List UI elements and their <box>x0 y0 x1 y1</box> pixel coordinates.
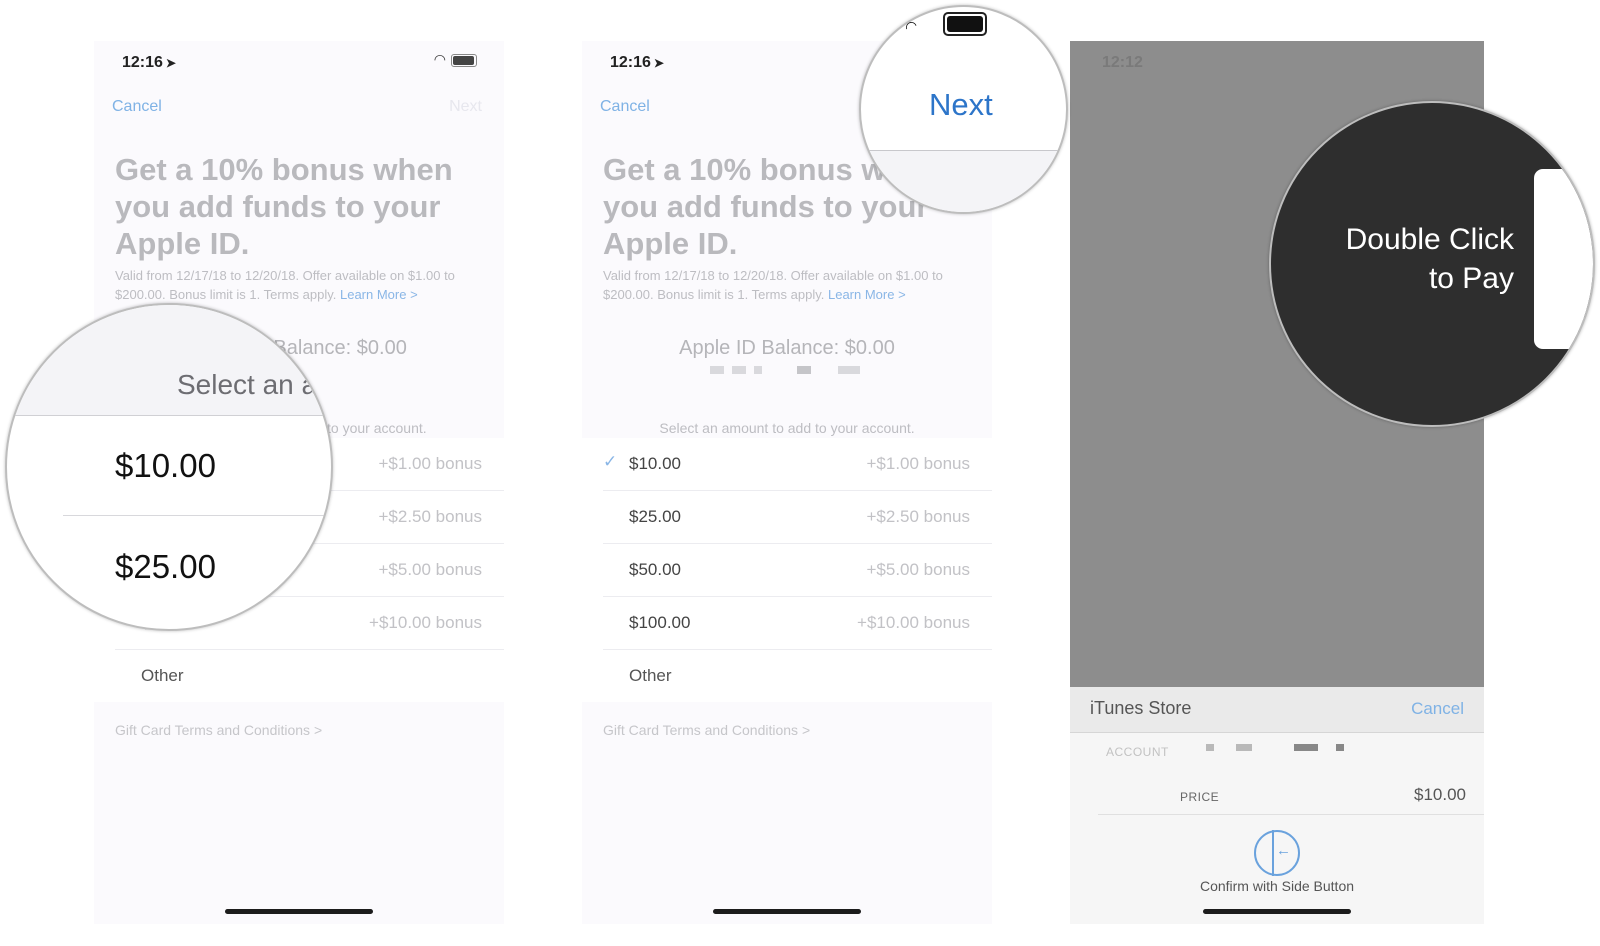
other-label: Other <box>141 666 184 685</box>
zoom-double-click: Double Click to Pay <box>1269 101 1595 427</box>
zoom-lower-area <box>861 150 1066 212</box>
account-label: ACCOUNT <box>1106 745 1169 759</box>
wifi-icon: ◠ <box>902 16 920 36</box>
offer-fine-print: Valid from 12/17/18 to 12/20/18. Offer a… <box>115 268 455 302</box>
balance-label: Apple ID Balance: $0.00 <box>679 337 895 359</box>
status-time: 12:16 ➤ <box>122 54 176 71</box>
list-item[interactable]: $25.00 +$2.50 bonus <box>603 491 992 544</box>
bonus-label: +$5.00 bonus <box>378 560 482 579</box>
zoom-amount-2: $25.00 <box>115 548 216 585</box>
bonus-label: +$10.00 bonus <box>369 613 482 632</box>
offer-fine-print: Valid from 12/17/18 to 12/20/18. Offer a… <box>603 268 943 302</box>
amount-label: $25.00 <box>629 507 681 526</box>
bonus-label: +$10.00 bonus <box>857 613 970 632</box>
status-time: 12:12 <box>1102 54 1143 71</box>
select-amount-label: Select an amount to add to your account. <box>659 420 915 436</box>
cancel-button[interactable]: Cancel <box>600 98 650 116</box>
bonus-label: +$1.00 bonus <box>378 454 482 473</box>
list-item-selected[interactable]: ✓ $10.00 +$1.00 bonus <box>603 438 992 491</box>
checkmark-icon: ✓ <box>603 452 618 471</box>
redacted-account <box>754 366 762 374</box>
bonus-label: +$1.00 bonus <box>866 454 970 473</box>
side-button-icon: ← <box>1254 830 1300 876</box>
bonus-label: +$2.50 bonus <box>866 507 970 526</box>
confirm-label: Confirm with Side Button <box>1199 878 1355 894</box>
bonus-label: +$5.00 bonus <box>866 560 970 579</box>
price-value: $10.00 <box>1414 785 1466 804</box>
other-label: Other <box>629 666 672 685</box>
sheet-header: iTunes Store Cancel <box>1070 687 1484 733</box>
offer-headline: Get a 10% bonus when you add funds to yo… <box>115 152 453 261</box>
redacted-account <box>1336 744 1344 751</box>
next-button[interactable]: Next <box>449 98 482 116</box>
home-indicator <box>225 909 373 914</box>
redacted-account <box>1294 744 1318 751</box>
learn-more-link[interactable]: Learn More > <box>340 287 418 302</box>
zoom-select-label: Select an a <box>177 369 318 400</box>
divider <box>1098 814 1484 815</box>
list-item-other[interactable]: Other <box>115 650 504 702</box>
list-item[interactable]: $100.00 +$10.00 bonus <box>603 597 992 650</box>
redacted-account <box>732 366 746 374</box>
gift-card-terms-link[interactable]: Gift Card Terms and Conditions > <box>603 722 810 738</box>
status-time: 12:16 ➤ <box>610 54 664 71</box>
payment-sheet: iTunes Store Cancel ACCOUNT PRICE $10.00… <box>1070 687 1484 924</box>
wifi-icon: ◠ <box>433 51 446 67</box>
divider <box>63 515 331 516</box>
location-arrow-icon: ➤ <box>653 56 664 70</box>
amount-label: $50.00 <box>629 560 681 579</box>
zoom-amounts: Select an a $10.00 $25.00 <box>5 303 333 631</box>
price-label: PRICE <box>1180 790 1220 804</box>
home-indicator <box>1203 909 1351 914</box>
amount-list: ✓ $10.00 +$1.00 bonus $25.00 +$2.50 bonus $… <box>582 438 992 702</box>
gift-card-terms-link[interactable]: Gift Card Terms and Conditions > <box>115 722 322 738</box>
battery-icon <box>451 54 477 67</box>
zoom-next: ◠ Next <box>859 5 1068 214</box>
redacted-account <box>1206 744 1214 751</box>
side-button <box>1534 169 1593 349</box>
cancel-button[interactable]: Cancel <box>112 98 162 116</box>
battery-icon <box>943 12 987 36</box>
to-pay-label: to Pay <box>1428 262 1514 295</box>
location-arrow-icon: ➤ <box>165 56 176 70</box>
amount-label: $10.00 <box>629 454 681 473</box>
redacted-account <box>838 366 860 374</box>
amount-label: $100.00 <box>629 613 691 632</box>
sheet-cancel-button[interactable]: Cancel <box>1411 699 1464 719</box>
zoom-amount-1: $10.00 <box>115 447 216 484</box>
zoom-next-button[interactable]: Next <box>929 87 993 123</box>
redacted-account <box>797 366 811 374</box>
sheet-title: iTunes Store <box>1090 698 1192 718</box>
redacted-account <box>710 366 724 374</box>
list-item-other[interactable]: Other <box>603 650 992 702</box>
bonus-label: +$2.50 bonus <box>378 507 482 526</box>
learn-more-link[interactable]: Learn More > <box>828 287 906 302</box>
double-click-label: Double Click <box>1345 223 1514 256</box>
redacted-account <box>1236 744 1252 751</box>
list-item[interactable]: $50.00 +$5.00 bonus <box>603 544 992 597</box>
home-indicator <box>713 909 861 914</box>
